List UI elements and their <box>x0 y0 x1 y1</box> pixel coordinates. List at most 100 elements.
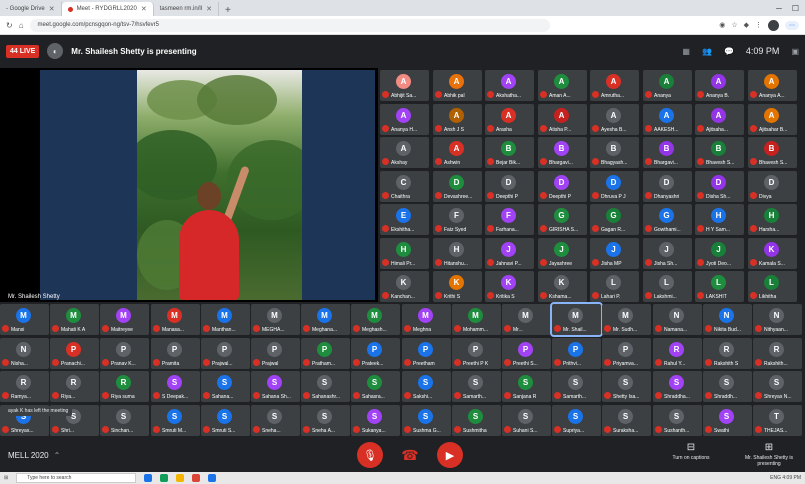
participant-tile[interactable]: S Sakshi... <box>402 371 451 402</box>
participant-tile[interactable]: R Rakshith S <box>703 338 752 369</box>
participant-tile[interactable]: L LAKSHIT <box>695 271 744 302</box>
participant-tile[interactable]: E Ekshitha... <box>380 204 429 235</box>
participant-tile[interactable]: H Himali Pr... <box>380 238 429 269</box>
participant-tile[interactable]: A Amrutha... <box>590 70 639 101</box>
participant-tile[interactable]: S Sahasra... <box>351 371 400 402</box>
chat-icon[interactable]: 💬 <box>724 47 734 56</box>
camera-icon[interactable]: ◉ <box>719 21 725 29</box>
participant-tile[interactable]: S Sushma G... <box>402 405 451 436</box>
participant-tile[interactable]: N Nisha... <box>0 338 49 369</box>
participant-tile[interactable]: S Shreyas N... <box>753 371 802 402</box>
participant-tile[interactable]: B Bhavesh S... <box>695 137 744 168</box>
participant-tile[interactable]: S Samarth... <box>552 371 601 402</box>
participant-tile[interactable]: B Bhagyash... <box>590 137 639 168</box>
participant-tile[interactable]: M Meghana... <box>301 304 350 335</box>
browser-tab-drive[interactable]: - Google Drive ✕ <box>0 2 62 16</box>
participant-tile[interactable]: K Kanchan... <box>380 271 429 302</box>
participant-tile[interactable]: S Sahana... <box>201 371 250 402</box>
participant-tile[interactable]: P Priyamva... <box>602 338 651 369</box>
participant-tile[interactable]: S Sneha A... <box>301 405 350 436</box>
participant-tile[interactable]: P Prajwal... <box>201 338 250 369</box>
participant-tile[interactable]: R Rakshith... <box>753 338 802 369</box>
participant-tile[interactable]: P Pramita <box>151 338 200 369</box>
participant-tile[interactable]: S Suraksha... <box>602 405 651 436</box>
home-icon[interactable]: ⌂ <box>19 21 24 30</box>
participant-tile[interactable]: G GIRISHA S... <box>538 204 587 235</box>
participant-tile[interactable]: M Meghash... <box>351 304 400 335</box>
participant-tile[interactable]: L Lakshmi... <box>643 271 692 302</box>
extension-icon[interactable]: ◆ <box>744 21 749 29</box>
self-view-thumbnail[interactable]: ▣ <box>791 47 799 56</box>
participant-tile[interactable]: R Riya suma <box>100 371 149 402</box>
participant-tile[interactable]: B Bhargavi... <box>538 137 587 168</box>
participant-tile[interactable]: B Bejar Bik... <box>485 137 534 168</box>
participant-tile[interactable]: H Hitanshu... <box>433 238 482 269</box>
participant-tile[interactable]: P Prateek... <box>351 338 400 369</box>
participant-tile[interactable]: D Deepthi P <box>485 171 534 202</box>
participant-tile[interactable]: A Ananya H... <box>380 104 429 135</box>
participant-tile[interactable]: M Mr. Shail... <box>550 302 603 337</box>
participant-tile[interactable]: L Likhitha <box>748 271 797 302</box>
reload-icon[interactable]: ↻ <box>6 21 13 30</box>
participant-tile[interactable]: D Devashree... <box>433 171 482 202</box>
participant-tile[interactable]: D Dhruva P J <box>590 171 639 202</box>
camera-off-button[interactable]: ▶ <box>437 442 463 468</box>
people-icon[interactable]: 👥 <box>702 47 712 56</box>
edge-icon[interactable] <box>160 474 169 482</box>
participant-tile[interactable]: S Sanjana R <box>502 371 551 402</box>
participant-tile[interactable]: S Sneha... <box>251 405 300 436</box>
mic-off-button[interactable]: 🎙 <box>357 442 383 468</box>
close-icon[interactable]: ✕ <box>141 5 147 13</box>
participant-tile[interactable]: S S Deepak... <box>151 371 200 402</box>
participant-tile[interactable]: S Sinchan... <box>100 405 149 436</box>
participant-tile[interactable]: J Jyoti Deo... <box>695 238 744 269</box>
participant-tile[interactable]: S Shraddha... <box>653 371 702 402</box>
participant-tile[interactable]: S Swathi <box>703 405 752 436</box>
profile-chip[interactable]: ⋯ <box>785 20 799 30</box>
participant-tile[interactable]: K Kshama... <box>538 271 587 302</box>
browser-tab-meet[interactable]: Meet - RYDGRLL2020 ✕ <box>61 2 154 16</box>
taskbar-search[interactable]: Type here to search <box>16 473 137 483</box>
participant-tile[interactable]: P Preethi S... <box>502 338 551 369</box>
participant-tile[interactable]: P Prajwal <box>251 338 300 369</box>
participant-tile[interactable]: S Sushanth... <box>653 405 702 436</box>
maximize-icon[interactable]: ☐ <box>792 4 799 13</box>
participant-tile[interactable]: M Manasa... <box>151 304 200 335</box>
participant-tile[interactable]: J Jisha MP <box>590 238 639 269</box>
participant-tile[interactable]: P Preethi P K <box>452 338 501 369</box>
participant-tile[interactable]: S Suhani S... <box>502 405 551 436</box>
participant-tile[interactable]: G Gagan R... <box>590 204 639 235</box>
participant-tile[interactable]: D Divya <box>748 171 797 202</box>
participant-tile[interactable]: C Chaithra <box>380 171 429 202</box>
participant-tile[interactable]: S Sukanya... <box>351 405 400 436</box>
participant-tile[interactable]: P Pranav K... <box>100 338 149 369</box>
url-input[interactable]: meet.google.com/pcnsgqon-ng/tsv-7/hsvfev… <box>29 18 550 32</box>
participant-tile[interactable]: A Atisha P... <box>538 104 587 135</box>
participant-tile[interactable]: S Supriya... <box>552 405 601 436</box>
menu-icon[interactable]: ⋮ <box>755 21 762 29</box>
meeting-details-button[interactable]: MELL 2020 ⌃ <box>8 451 60 460</box>
grid-layout-icon[interactable]: ▦ <box>682 47 690 56</box>
presentation-stage[interactable]: Mr. Shailesh Shetty <box>0 68 378 302</box>
participant-tile[interactable]: A Ayesha B... <box>590 104 639 135</box>
participant-tile[interactable]: S Smruti S... <box>201 405 250 436</box>
participant-tile[interactable]: D Dhanyashri <box>643 171 692 202</box>
participant-tile[interactable]: M Meghna <box>402 304 451 335</box>
profile-avatar[interactable] <box>768 19 779 31</box>
participant-tile[interactable]: S Shetty Isa... <box>602 371 651 402</box>
presenting-button[interactable]: ⊞ Mr. Shailesh Shetty is presenting <box>743 442 795 467</box>
participant-tile[interactable]: M Manthan... <box>201 304 250 335</box>
participant-tile[interactable]: G Gowthami... <box>643 204 692 235</box>
participant-tile[interactable]: A Ananya A... <box>748 70 797 101</box>
participant-tile[interactable]: N Nikita Bud... <box>703 304 752 335</box>
participant-tile[interactable]: P Prithvi... <box>552 338 601 369</box>
participant-tile[interactable]: S Smruti M... <box>151 405 200 436</box>
participant-tile[interactable]: S Sahanashr... <box>301 371 350 402</box>
participant-tile[interactable]: J Jayashree <box>538 238 587 269</box>
participant-tile[interactable]: M Mr. Sudh... <box>602 304 651 335</box>
participant-tile[interactable]: M Mahati K A <box>50 304 99 335</box>
participant-tile[interactable]: A Ananya <box>643 70 692 101</box>
participant-tile[interactable]: A Ajitsahar B... <box>748 104 797 135</box>
participant-tile[interactable]: M MEGHA... <box>251 304 300 335</box>
captions-button[interactable]: ⊟ Turn on captions <box>665 442 717 467</box>
